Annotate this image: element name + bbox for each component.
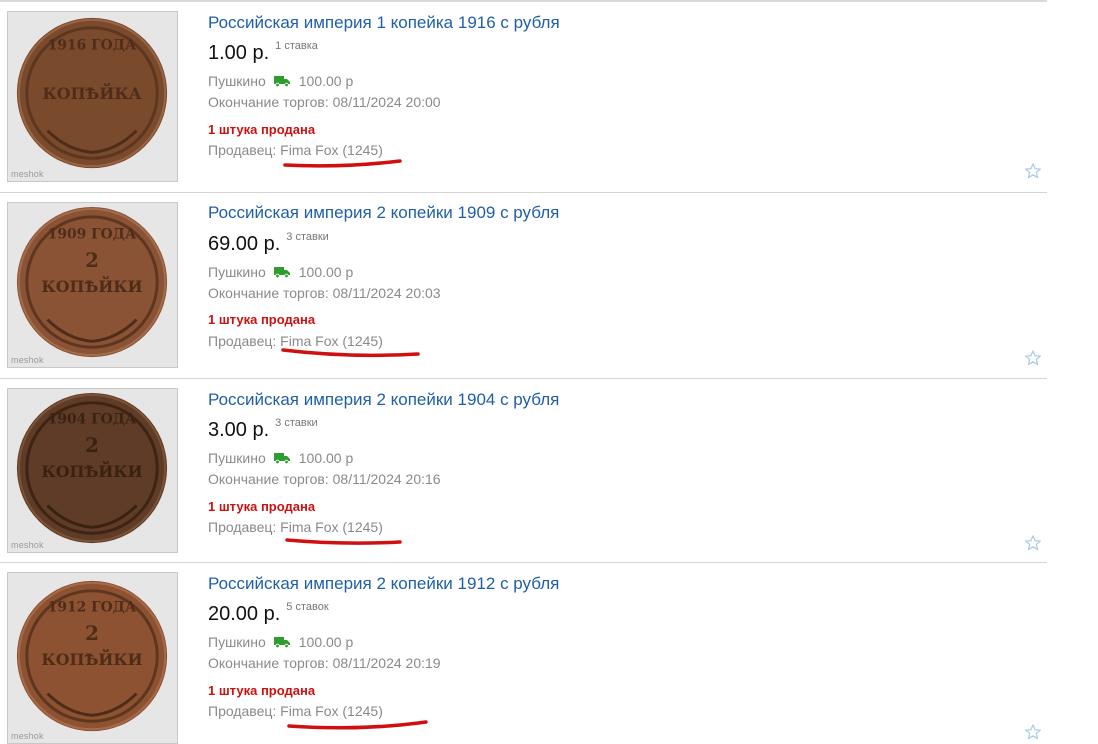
city: Пушкино xyxy=(208,264,266,280)
svg-text:2: 2 xyxy=(85,433,99,457)
svg-text:1912 ГОДА: 1912 ГОДА xyxy=(48,600,137,616)
bids-count[interactable]: 5 ставок xyxy=(286,601,328,613)
listing-title-link[interactable]: Российская империя 1 копейка 1916 с рубл… xyxy=(208,13,560,33)
svg-text:2: 2 xyxy=(85,248,99,272)
listing-title-link[interactable]: Российская империя 2 копейки 1904 с рубл… xyxy=(208,390,559,410)
svg-text:1904 ГОДА: 1904 ГОДА xyxy=(48,412,137,428)
coin-thumbnail[interactable]: 2 КОПѢЙКИ 1912 ГОДА meshok xyxy=(7,572,178,744)
city: Пушкино xyxy=(208,634,266,650)
sold-status: 1 штука продана xyxy=(208,122,316,137)
listing-card: 2 КОПѢЙКИ 1912 ГОДА meshok Российская им… xyxy=(0,563,1047,744)
shipping-cost: 100.00 р xyxy=(298,264,354,280)
shipping-cost: 100.00 р xyxy=(298,450,354,466)
coin-image: 2 КОПѢЙКИ 1912 ГОДА xyxy=(8,573,177,743)
truck-icon xyxy=(273,267,290,278)
location-shipping: Пушкино 100.00 р xyxy=(208,450,353,466)
svg-text:1909 ГОДА: 1909 ГОДА xyxy=(48,227,137,243)
coin-image: КОПѢЙКА 1916 ГОДА xyxy=(8,12,177,181)
svg-text:2: 2 xyxy=(85,621,99,645)
auction-end-time: Окончание торгов: 08/11/2024 20:00 xyxy=(208,94,441,110)
location-shipping: Пушкино 100.00 р xyxy=(208,634,353,650)
price-value: 1.00 р. xyxy=(208,42,270,64)
annotation-underline xyxy=(287,720,428,730)
annotation-underline xyxy=(283,159,402,168)
price: 20.00 р. 5 ставок xyxy=(208,601,329,626)
sold-status: 1 штука продана xyxy=(208,683,316,698)
svg-text:КОПѢЙКИ: КОПѢЙКИ xyxy=(41,275,142,296)
watermark: meshok xyxy=(11,169,44,179)
seller-name-link[interactable]: Fima Fox (1245) xyxy=(280,519,383,535)
price: 69.00 р. 3 ставки xyxy=(208,231,329,256)
sold-status: 1 штука продана xyxy=(208,499,316,514)
watermark: meshok xyxy=(11,731,44,741)
bids-count[interactable]: 1 ставка xyxy=(275,40,318,52)
seller-info: Продавец: Fima Fox (1245) xyxy=(208,519,383,535)
star-outline-icon[interactable] xyxy=(1024,723,1042,741)
star-outline-icon[interactable] xyxy=(1024,534,1042,552)
star-outline-icon[interactable] xyxy=(1024,349,1042,367)
coin-thumbnail[interactable]: 2 КОПѢЙКИ 1904 ГОДА meshok xyxy=(7,388,178,553)
truck-icon xyxy=(273,76,290,87)
city: Пушкино xyxy=(208,450,266,466)
seller-label: Продавец: xyxy=(208,703,277,719)
price-value: 69.00 р. xyxy=(208,233,281,255)
watermark: meshok xyxy=(11,355,44,365)
sold-status: 1 штука продана xyxy=(208,312,316,327)
annotation-underline xyxy=(281,348,420,358)
coin-thumbnail[interactable]: КОПѢЙКА 1916 ГОДА meshok xyxy=(7,11,178,182)
svg-text:1916 ГОДА: 1916 ГОДА xyxy=(48,38,137,54)
annotation-underline xyxy=(285,538,402,545)
svg-text:КОПѢЙКИ: КОПѢЙКИ xyxy=(41,460,142,481)
auction-end-time: Окончание торгов: 08/11/2024 20:19 xyxy=(208,655,441,671)
listing-card: 2 КОПѢЙКИ 1904 ГОДА meshok Российская им… xyxy=(0,379,1047,563)
svg-text:КОПѢЙКА: КОПѢЙКА xyxy=(42,82,141,103)
listing-title-link[interactable]: Российская империя 2 копейки 1912 с рубл… xyxy=(208,574,559,594)
shipping-cost: 100.00 р xyxy=(298,73,354,89)
coin-thumbnail[interactable]: 2 КОПѢЙКИ 1909 ГОДА meshok xyxy=(7,202,178,368)
auction-end-time: Окончание торгов: 08/11/2024 20:03 xyxy=(208,285,441,301)
seller-label: Продавец: xyxy=(208,333,277,349)
bids-count[interactable]: 3 ставки xyxy=(275,417,318,429)
seller-label: Продавец: xyxy=(208,142,277,158)
shipping-cost: 100.00 р xyxy=(298,634,354,650)
bids-count[interactable]: 3 ставки xyxy=(286,231,329,243)
auction-end-time: Окончание торгов: 08/11/2024 20:16 xyxy=(208,471,441,487)
listing-card: КОПѢЙКА 1916 ГОДА meshok Российская импе… xyxy=(0,2,1047,193)
city: Пушкино xyxy=(208,73,266,89)
price: 1.00 р. 1 ставка xyxy=(208,40,318,65)
price-value: 3.00 р. xyxy=(208,419,270,441)
truck-icon xyxy=(273,637,290,648)
svg-text:КОПѢЙКИ: КОПѢЙКИ xyxy=(41,648,142,669)
coin-image: 2 КОПѢЙКИ 1909 ГОДА xyxy=(8,203,177,367)
star-outline-icon[interactable] xyxy=(1024,162,1042,180)
listing-title-link[interactable]: Российская империя 2 копейки 1909 с рубл… xyxy=(208,203,559,223)
location-shipping: Пушкино 100.00 р xyxy=(208,264,353,280)
price-value: 20.00 р. xyxy=(208,603,281,625)
seller-label: Продавец: xyxy=(208,519,277,535)
coin-image: 2 КОПѢЙКИ 1904 ГОДА xyxy=(8,389,177,552)
price: 3.00 р. 3 ставки xyxy=(208,417,318,442)
watermark: meshok xyxy=(11,540,44,550)
truck-icon xyxy=(273,453,290,464)
listing-card: 2 КОПѢЙКИ 1909 ГОДА meshok Российская им… xyxy=(0,193,1047,379)
location-shipping: Пушкино 100.00 р xyxy=(208,73,353,89)
